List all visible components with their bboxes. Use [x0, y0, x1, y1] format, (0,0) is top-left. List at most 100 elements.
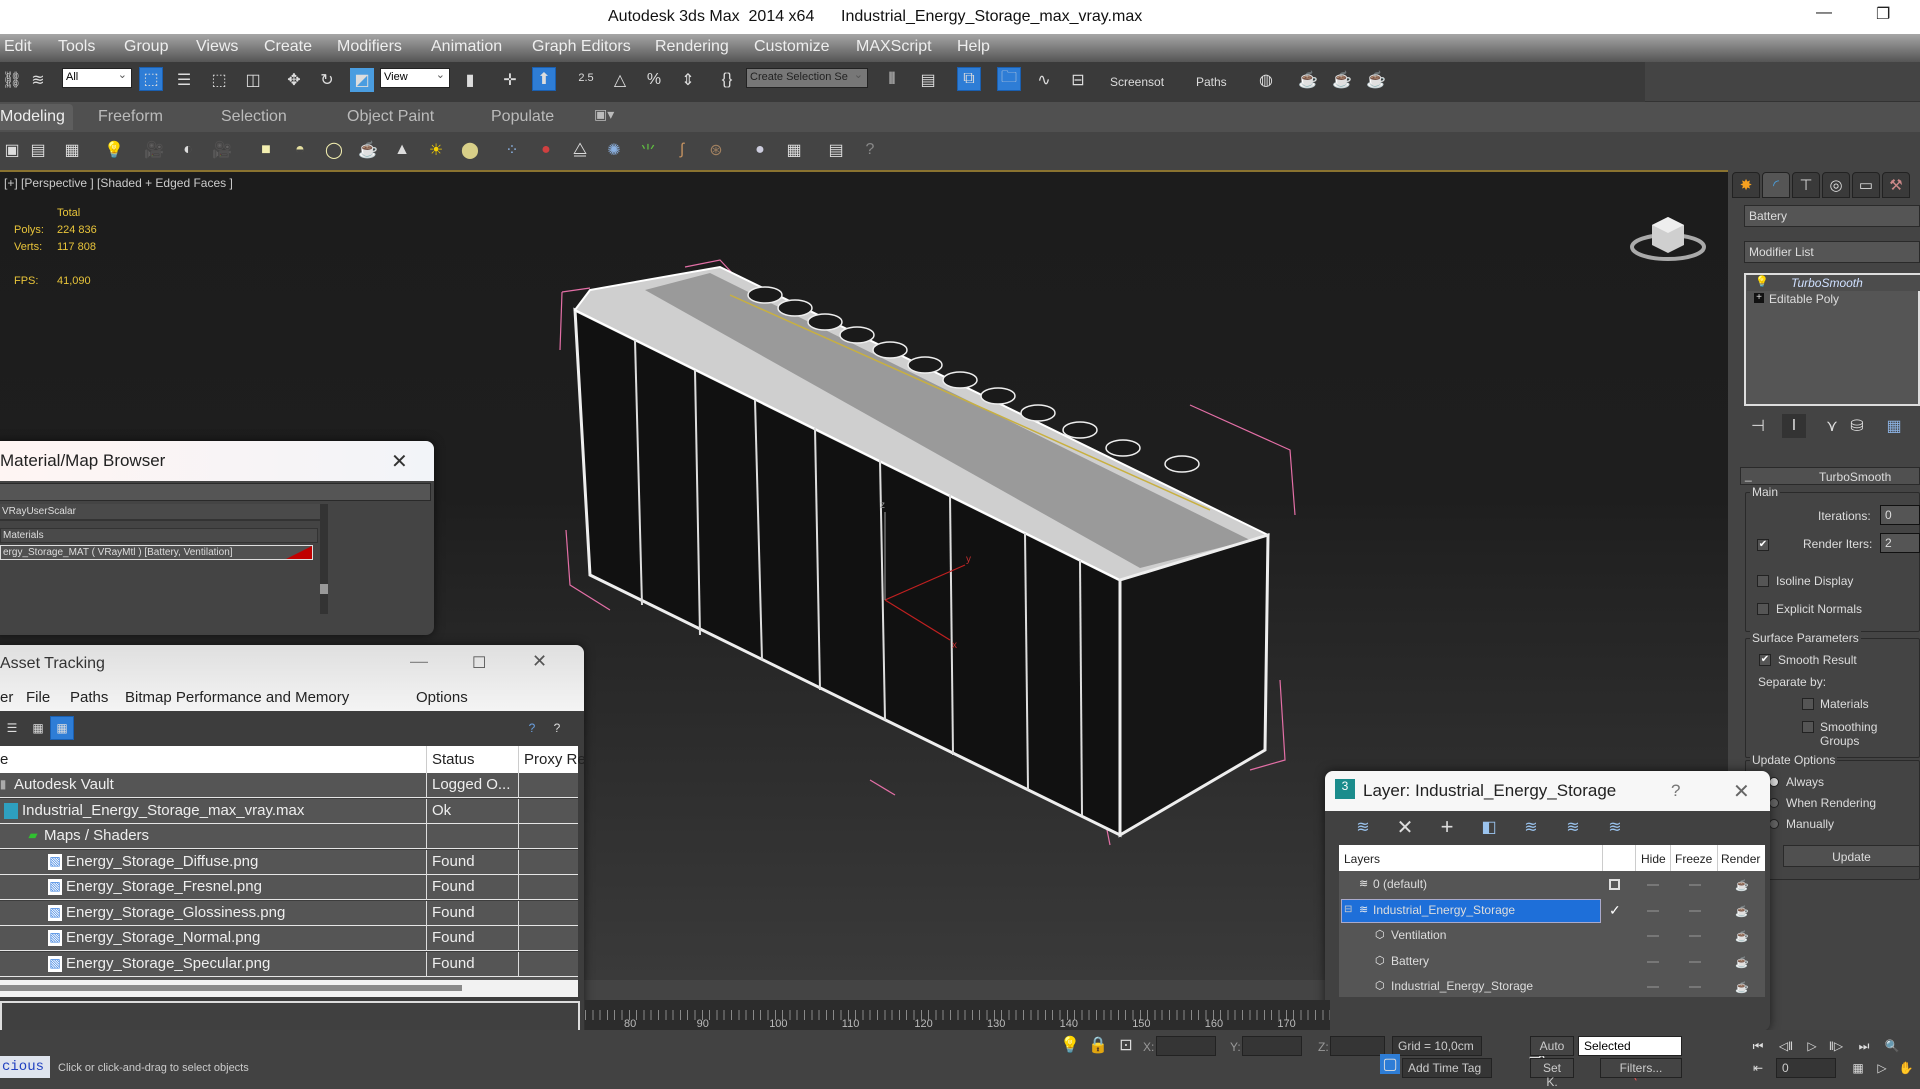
edit-named-selection-icon[interactable]: {}	[715, 68, 739, 92]
pivot-center-icon[interactable]: ▮	[458, 68, 482, 92]
render-teapot-icon[interactable]: ☕	[1735, 879, 1749, 892]
radio-always[interactable]	[1769, 777, 1779, 787]
group-materials[interactable]: Materials	[0, 528, 318, 543]
modifier-list-dropdown[interactable]: Modifier List	[1744, 241, 1920, 263]
hide-toggle[interactable]	[1647, 884, 1659, 886]
viewport-label[interactable]: [+] [Perspective ] [Shaded + Edged Faces…	[4, 176, 233, 190]
hide-toggle[interactable]	[1647, 909, 1659, 912]
paths-button[interactable]: Paths	[1196, 75, 1227, 89]
ribbon-options-icon[interactable]: ▣▾	[594, 106, 614, 123]
material-editor-icon[interactable]: ◍	[1254, 68, 1278, 92]
column-divider[interactable]	[426, 746, 427, 773]
menu-options[interactable]: Options	[416, 689, 468, 706]
expand-icon[interactable]: +	[1754, 293, 1764, 303]
menu-create[interactable]: Create	[264, 38, 312, 56]
close-icon[interactable]: ✕	[391, 449, 408, 474]
vray-sphere-light-icon[interactable]: ◯	[322, 138, 346, 162]
time-tag-icon[interactable]: ▢	[1380, 1054, 1400, 1074]
table-row[interactable]: ▮ Autodesk Vault Logged O...	[0, 773, 578, 798]
layer-manager-icon[interactable]: ⧉	[957, 67, 981, 91]
menu-modifiers[interactable]: Modifiers	[337, 38, 402, 56]
spinner-snap-icon[interactable]: ⇕	[676, 68, 700, 92]
light-lister-icon[interactable]: 💡	[102, 138, 126, 162]
isoline-display-checkbox[interactable]	[1757, 575, 1769, 587]
render-frame-icon[interactable]: ▣	[0, 138, 24, 162]
vray-material-icon[interactable]: ●	[748, 138, 772, 162]
scrollbar-thumb[interactable]	[320, 584, 328, 594]
table-row[interactable]: ▧ Energy_Storage_Fresnel.png Found	[0, 875, 578, 900]
menu-views[interactable]: Views	[196, 38, 238, 56]
schematic-view-icon[interactable]: ⊟	[1066, 68, 1090, 92]
absolute-mode-icon[interactable]: ⊡	[1114, 1033, 1138, 1057]
explicit-normals-checkbox[interactable]	[1757, 603, 1769, 615]
table-row[interactable]: ▰ Maps / Shaders	[0, 824, 578, 849]
panel-icon[interactable]: ▤	[26, 138, 50, 162]
table-row[interactable]: ▧ Energy_Storage_Glossiness.png Found	[0, 900, 578, 926]
layer-row[interactable]: ⊟ ≋ Industrial_Energy_Storage ✓ ☕	[1339, 898, 1765, 924]
maximize-icon[interactable]: ☐	[472, 653, 486, 673]
column-layers[interactable]: Layers	[1344, 852, 1380, 866]
hide-toggle[interactable]	[1647, 960, 1659, 963]
table-row[interactable]: ▧ Energy_Storage_Diffuse.png Found	[0, 849, 578, 875]
create-new-layer-icon[interactable]: ≋	[1351, 815, 1375, 839]
configure-modifier-sets-icon[interactable]: ▦	[1882, 414, 1906, 438]
render-production-icon[interactable]: ☕	[1364, 68, 1388, 92]
list-view-icon[interactable]: ☰	[0, 716, 24, 740]
camera-icon[interactable]: 🎥	[142, 138, 166, 162]
rotate-icon[interactable]: ↻	[315, 68, 339, 92]
vray-proxy-icon[interactable]: ⁘	[500, 138, 524, 162]
help-icon[interactable]: ?	[858, 138, 882, 162]
select-by-name-icon[interactable]: ☰	[172, 68, 196, 92]
materials-checkbox[interactable]	[1802, 698, 1814, 710]
pan-view-icon[interactable]: ✋	[1894, 1056, 1918, 1080]
table-row[interactable]: ▧ Energy_Storage_Normal.png Found	[0, 926, 578, 951]
key-mode-toggle-icon[interactable]: ⇤	[1746, 1056, 1770, 1080]
maxscript-mini-listener[interactable]: cious	[0, 1056, 50, 1078]
smoothing-groups-checkbox[interactable]	[1802, 721, 1814, 733]
table-view-icon[interactable]: ▦	[50, 716, 74, 740]
z-coordinate-field[interactable]	[1330, 1036, 1385, 1056]
show-end-result-icon[interactable]: I	[1782, 414, 1806, 438]
vray-fur-icon[interactable]: ✺	[602, 138, 626, 162]
stack-item-editable-poly[interactable]: + Editable Poly	[1747, 291, 1920, 307]
menu-file[interactable]: File	[26, 689, 50, 706]
minimize-icon[interactable]: —	[410, 651, 428, 672]
screenshot-button[interactable]: Screensot	[1110, 75, 1164, 89]
window-crossing-icon[interactable]: ◫	[241, 68, 265, 92]
select-object-icon[interactable]: ⬚	[139, 67, 163, 91]
utilities-tab-icon[interactable]: ⚒	[1882, 172, 1910, 198]
selection-lock-icon[interactable]: 🔒	[1086, 1033, 1110, 1057]
key-filter-dropdown[interactable]: Selected	[1578, 1036, 1682, 1056]
vray-dome-light-icon[interactable]: ◓	[288, 138, 312, 162]
layer-row[interactable]: ≋ 0 (default) ☕	[1339, 873, 1765, 898]
ribbon-tab-selection[interactable]: Selection	[221, 108, 287, 126]
object-name-field[interactable]: Battery	[1744, 205, 1920, 227]
menu-bitmap-performance[interactable]: Bitmap Performance and Memory	[125, 689, 349, 706]
layer-row[interactable]: ⬡ Industrial_Energy_Storage ☕	[1339, 975, 1765, 1000]
remove-modifier-icon[interactable]: ⛁	[1845, 414, 1869, 438]
render-teapot-icon[interactable]: ☕	[1735, 905, 1749, 918]
freeze-unfreeze-all-icon[interactable]: ≋	[1603, 815, 1627, 839]
menu-server[interactable]: er	[0, 689, 13, 706]
add-to-layer-icon[interactable]: +	[1435, 814, 1459, 839]
minimize-button[interactable]: —	[1816, 4, 1832, 22]
unlink-icon[interactable]: ⛓	[0, 68, 24, 92]
bind-spacewarp-icon[interactable]: ≋	[26, 68, 50, 92]
column-divider[interactable]	[518, 746, 519, 773]
menu-rendering[interactable]: Rendering	[655, 38, 729, 56]
y-coordinate-field[interactable]	[1242, 1036, 1302, 1056]
collapse-icon[interactable]: ⊟	[1344, 904, 1352, 915]
selection-filter-dropdown[interactable]: All	[62, 68, 132, 88]
auto-key-button[interactable]: Auto	[1530, 1036, 1574, 1056]
scale-icon[interactable]: ◩	[350, 68, 374, 92]
highlight-selected-layers-icon[interactable]: ≋	[1519, 815, 1543, 839]
keyboard-shortcut-override-icon[interactable]: ⬆	[532, 67, 556, 91]
vray-hair-farm-icon[interactable]: ʃ	[670, 138, 694, 162]
ribbon-tab-populate[interactable]: Populate	[491, 108, 554, 126]
previous-frame-icon[interactable]: ◁‖	[1774, 1034, 1798, 1058]
select-objects-in-layer-icon[interactable]: ◧	[1477, 815, 1501, 839]
add-time-tag-field[interactable]: Add Time Tag	[1402, 1058, 1492, 1078]
freeze-toggle[interactable]	[1689, 884, 1701, 886]
column-render[interactable]: Render	[1721, 852, 1760, 866]
vray-camera-icon[interactable]: 🎥	[210, 138, 234, 162]
